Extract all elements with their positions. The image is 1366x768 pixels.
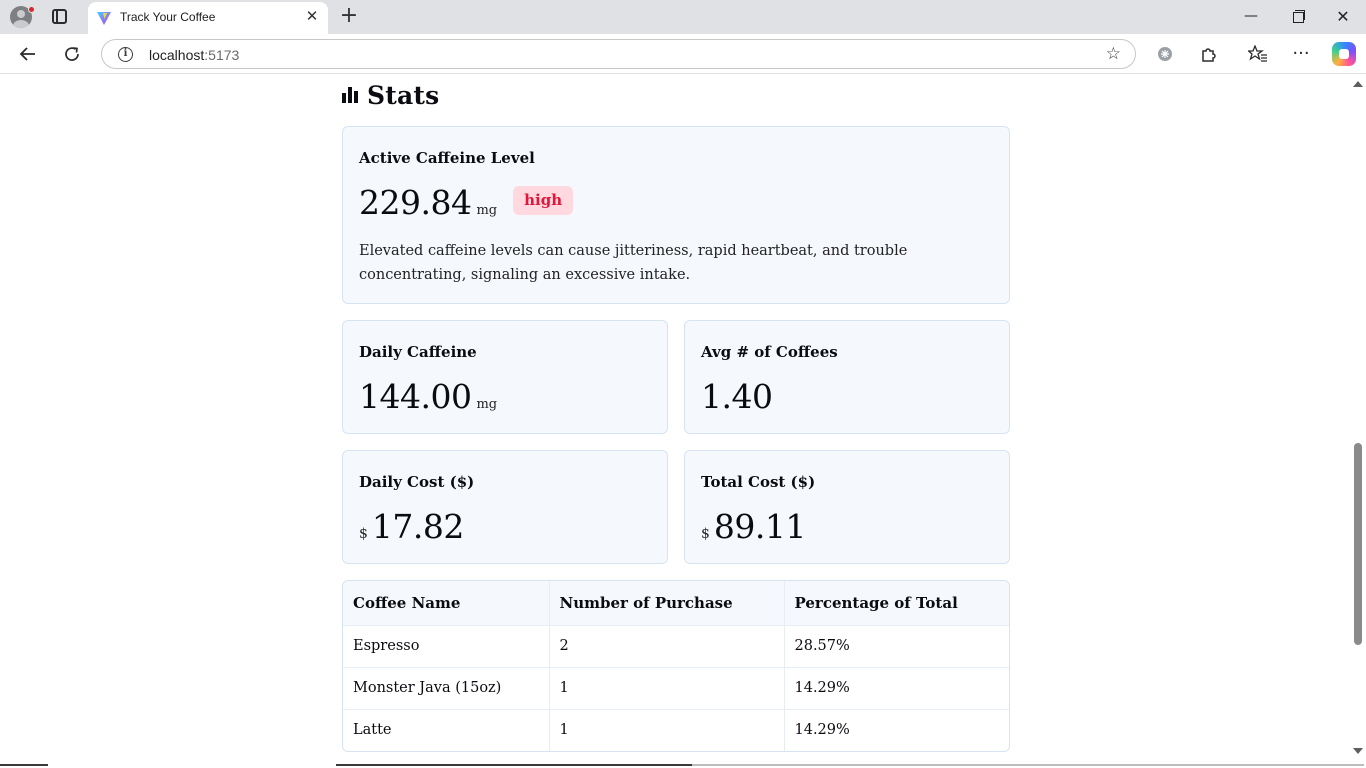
table-row: Monster Java (15oz) 1 14.29%	[343, 666, 1009, 709]
currency-symbol: $	[701, 526, 710, 542]
table-cell: 2	[548, 624, 784, 667]
address-bar[interactable]: i localhost:5173 ☆	[101, 39, 1136, 69]
active-caffeine-card: Active Caffeine Level 229.84 mg high Ele…	[342, 126, 1010, 304]
extension-icon[interactable]	[1153, 42, 1177, 66]
restore-icon[interactable]	[1283, 6, 1311, 28]
status-badge: high	[513, 186, 574, 215]
notification-dot	[28, 6, 35, 13]
daily-caffeine-value-row: 144.00 mg	[359, 377, 497, 416]
card-title: Total Cost ($)	[701, 473, 816, 491]
column-header: Percentage of Total	[783, 581, 1009, 625]
back-icon[interactable]	[16, 42, 40, 66]
more-icon[interactable]: ···	[1289, 42, 1313, 66]
table-row: Espresso 2 28.57%	[343, 624, 1009, 667]
daily-caffeine-card: Daily Caffeine 144.00 mg	[342, 320, 668, 434]
table-cell: Latte	[343, 708, 549, 751]
daily-caffeine-value: 144.00	[359, 377, 472, 416]
daily-cost-value-row: $ 17.82	[359, 507, 464, 546]
puzzle-icon[interactable]	[1197, 42, 1221, 66]
tab-title: Track Your Coffee	[120, 10, 216, 24]
browser-tab-bar: Track Your Coffee ✕ + — ✕	[0, 0, 1366, 34]
table-cell: 1	[548, 666, 784, 709]
page-title: Stats	[367, 80, 440, 110]
favorite-star-icon[interactable]: ☆	[1106, 44, 1121, 64]
total-cost-card: Total Cost ($) $ 89.11	[684, 450, 1010, 564]
site-info-icon[interactable]: i	[118, 47, 133, 62]
vite-favicon	[97, 12, 111, 25]
favorites-icon[interactable]	[1246, 42, 1270, 66]
table-cell: 14.29%	[783, 666, 1009, 709]
minimize-icon[interactable]: —	[1237, 6, 1265, 28]
table-cell: 14.29%	[783, 708, 1009, 751]
tab-actions-icon[interactable]	[52, 9, 67, 24]
table-header-row: Coffee Name Number of Purchase Percentag…	[343, 581, 1009, 625]
caffeine-description: Elevated caffeine levels can cause jitte…	[359, 243, 908, 283]
new-tab-icon[interactable]: +	[338, 4, 360, 28]
total-cost-value-row: $ 89.11	[701, 507, 806, 546]
scroll-up-icon[interactable]	[1353, 81, 1363, 87]
card-title: Active Caffeine Level	[359, 149, 535, 167]
unit-label: mg	[476, 203, 498, 218]
browser-toolbar: i localhost:5173 ☆ ···	[0, 34, 1366, 74]
avg-coffees-value-row: 1.40	[701, 377, 773, 416]
page-viewport: Stats Active Caffeine Level 229.84 mg hi…	[0, 75, 1366, 768]
unit-label: mg	[476, 397, 498, 412]
refresh-icon[interactable]	[60, 42, 84, 66]
table-cell: 28.57%	[783, 624, 1009, 667]
column-header: Coffee Name	[343, 581, 549, 625]
active-caffeine-value: 229.84	[359, 183, 472, 222]
url-text[interactable]: localhost:5173	[149, 47, 239, 63]
table-row: Latte 1 14.29%	[343, 708, 1009, 751]
avg-coffees-card: Avg # of Coffees 1.40	[684, 320, 1010, 434]
close-tab-icon[interactable]: ✕	[304, 8, 320, 24]
active-caffeine-value-row: 229.84 mg high	[359, 183, 574, 222]
page-bottom-edge	[0, 762, 1366, 768]
column-header: Number of Purchase	[548, 581, 784, 625]
table-cell: 1	[548, 708, 784, 751]
coffee-history-table: Coffee Name Number of Purchase Percentag…	[342, 580, 1010, 752]
currency-symbol: $	[359, 526, 368, 542]
copilot-icon[interactable]	[1332, 42, 1356, 66]
card-title: Daily Cost ($)	[359, 473, 475, 491]
bar-chart-icon	[342, 87, 358, 103]
card-title: Avg # of Coffees	[701, 343, 838, 361]
table-cell: Espresso	[343, 624, 549, 667]
stats-heading: Stats	[342, 80, 439, 110]
vertical-scrollbar[interactable]	[1350, 75, 1366, 762]
daily-cost-value: 17.82	[371, 507, 464, 546]
scroll-down-icon[interactable]	[1353, 748, 1363, 754]
scroll-thumb[interactable]	[1354, 443, 1362, 645]
daily-cost-card: Daily Cost ($) $ 17.82	[342, 450, 668, 564]
card-title: Daily Caffeine	[359, 343, 477, 361]
close-window-icon[interactable]: ✕	[1329, 6, 1357, 28]
table-cell: Monster Java (15oz)	[343, 666, 549, 709]
browser-tab[interactable]: Track Your Coffee ✕	[88, 2, 328, 34]
total-cost-value: 89.11	[713, 507, 806, 546]
avg-coffees-value: 1.40	[701, 377, 773, 416]
